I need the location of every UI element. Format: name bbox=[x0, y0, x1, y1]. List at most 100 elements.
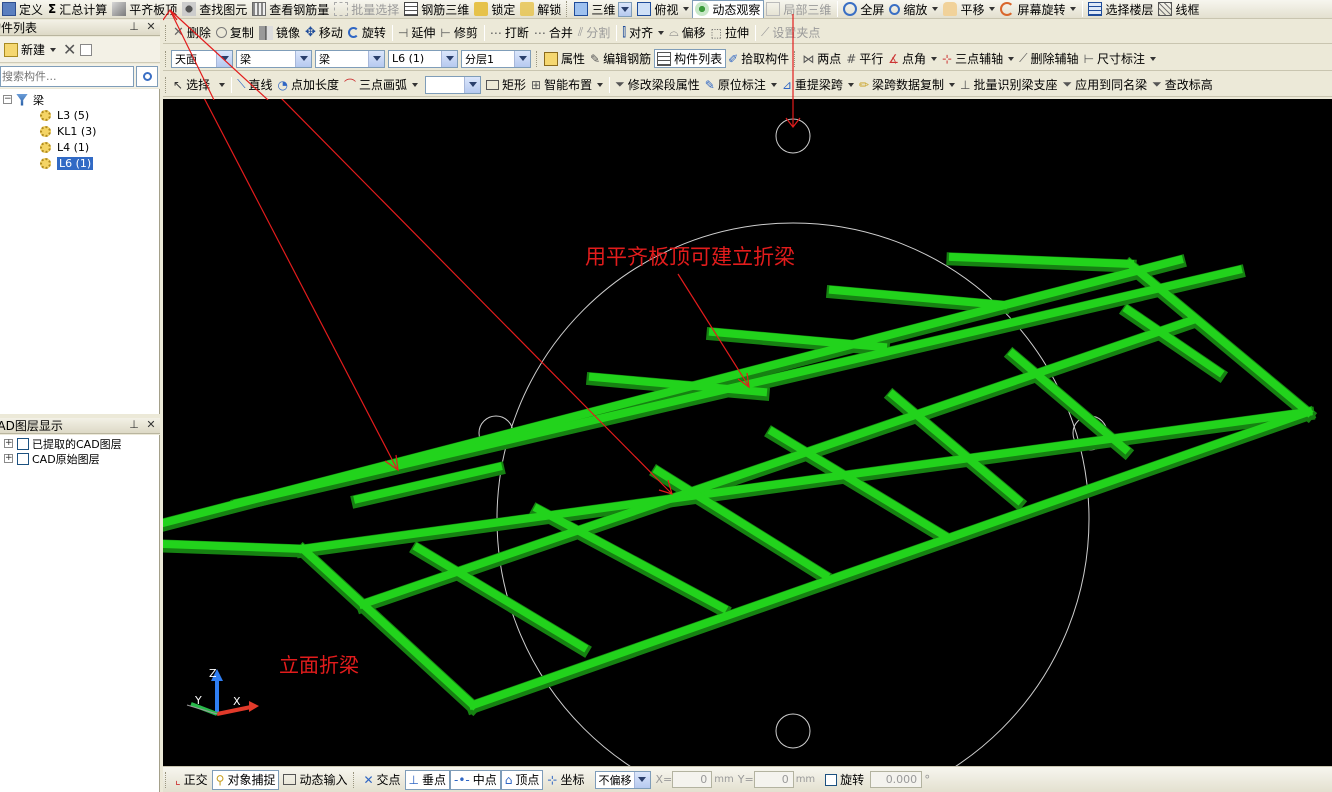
component-panel-title: 构件列表 ⊥ ✕ bbox=[0, 20, 160, 36]
rotate-input[interactable]: 0.000 bbox=[870, 771, 923, 788]
define-icon bbox=[2, 2, 16, 16]
layer-checkbox[interactable] bbox=[17, 437, 29, 450]
component-panel-toolbar: 新建 ✕ bbox=[0, 37, 160, 63]
dimension-dropdown[interactable]: ⊢ 尺寸标注 bbox=[1082, 49, 1159, 68]
chevron-down-icon bbox=[1008, 56, 1015, 61]
close-icon[interactable]: ✕ bbox=[145, 419, 157, 431]
dimension-icon: ⊢ bbox=[1083, 51, 1095, 66]
three-point-axis-icon: ⊹ bbox=[942, 51, 953, 66]
span-data-copy-dropdown[interactable]: ✏ 梁跨数据复制 bbox=[857, 75, 958, 94]
x-input[interactable]: 0 bbox=[672, 771, 713, 788]
chevron-down-icon bbox=[1150, 56, 1157, 61]
delete-component-icon[interactable]: ✕ bbox=[63, 40, 76, 59]
intersection-snap[interactable]: ✕ 交点 bbox=[359, 770, 404, 790]
annotation-arrows bbox=[203, 99, 801, 495]
intersection-icon: ✕ bbox=[363, 772, 374, 787]
tree-item[interactable]: L4 (1) bbox=[40, 140, 89, 155]
sum-calc-button[interactable]: Σ 汇总计算 bbox=[46, 0, 110, 18]
expand-icon[interactable]: + bbox=[4, 454, 13, 463]
gear-icon bbox=[40, 110, 51, 121]
tree-item[interactable]: L3 (5) bbox=[40, 108, 89, 123]
y-label: Y= bbox=[737, 773, 754, 786]
batch-identify-support-button[interactable]: ⊥ 批量识别梁支座 bbox=[958, 75, 1060, 94]
tree-item[interactable]: KL1 (3) bbox=[40, 124, 96, 139]
close-icon[interactable]: ✕ bbox=[145, 21, 157, 33]
x-label: X= bbox=[655, 773, 673, 786]
coordinate-icon: ⊹ bbox=[547, 772, 558, 787]
gear-icon bbox=[40, 158, 51, 169]
chevron-down-icon bbox=[931, 56, 938, 61]
vertex-snap[interactable]: ⌂ 顶点 bbox=[500, 769, 544, 790]
offset-mode-select[interactable]: 不偏移 bbox=[594, 770, 651, 789]
apply-same-name-button[interactable]: ⏷ 应用到同名梁 bbox=[1060, 75, 1150, 94]
three-point-axis-dropdown[interactable]: ⊹ 三点辅轴 bbox=[940, 49, 1017, 68]
chevron-down-icon bbox=[948, 82, 955, 87]
chevron-down-icon bbox=[633, 771, 650, 788]
select-floor-button[interactable]: 选择楼层 bbox=[1086, 0, 1156, 18]
define-button[interactable]: 定义 bbox=[0, 0, 46, 18]
screen-rotate-dropdown[interactable]: 屏幕旋转 bbox=[998, 0, 1079, 18]
dynamic-input-icon bbox=[283, 774, 297, 785]
wireframe-icon bbox=[1158, 2, 1173, 16]
perpendicular-snap[interactable]: ⊥ 垂点 bbox=[404, 769, 451, 790]
gear-icon bbox=[40, 142, 51, 153]
status-bar: ⌞ 正交 ⚲ 对象捕捉 动态输入 ✕ 交点 ⊥ 垂点 -•- 中点 ⌂ 顶点 ⊹ 坐标 不偏移… bbox=[163, 766, 1332, 792]
filter-icon bbox=[16, 93, 28, 106]
delete-axis-button[interactable]: ⟋ 删除辅轴 bbox=[1017, 49, 1081, 68]
search-icon bbox=[142, 71, 152, 81]
ortho-icon: ⌞ bbox=[175, 772, 181, 787]
rotate-icon bbox=[1000, 2, 1015, 16]
object-snap-toggle[interactable]: ⚲ 对象捕捉 bbox=[211, 769, 280, 790]
chevron-down-icon bbox=[50, 47, 57, 52]
zoom-dropdown[interactable]: 缩放 bbox=[887, 0, 941, 18]
pin-icon[interactable]: ⊥ bbox=[128, 419, 140, 431]
search-button[interactable] bbox=[136, 65, 158, 87]
annotation-fold-beam-note: 用平齐板顶可建立折梁 bbox=[585, 245, 795, 269]
separator bbox=[1082, 1, 1084, 17]
axis-label-z: Z bbox=[209, 667, 217, 680]
dynamic-input-toggle[interactable]: 动态输入 bbox=[279, 770, 351, 790]
new-button[interactable]: 新建 bbox=[2, 40, 59, 59]
tree-item-selected[interactable]: L6 (1) bbox=[40, 156, 94, 171]
component-tree: − 梁 L3 (5) KL1 (3) L4 (1) L6 (1) bbox=[0, 89, 160, 414]
rotate-checkbox[interactable] bbox=[825, 773, 838, 786]
perpendicular-icon: ⊥ bbox=[408, 772, 419, 787]
cad-layer-row[interactable]: + 已提取的CAD图层 bbox=[4, 436, 122, 451]
annotation-arrows-overlay bbox=[163, 8, 794, 100]
snap-icon: ⚲ bbox=[215, 772, 225, 787]
search-input[interactable] bbox=[0, 65, 134, 87]
ortho-toggle[interactable]: ⌞ 正交 bbox=[171, 770, 212, 790]
pin-icon[interactable]: ⊥ bbox=[128, 21, 140, 33]
pan-dropdown[interactable]: 平移 bbox=[941, 0, 998, 18]
component-search bbox=[0, 64, 160, 88]
check-elevation-button[interactable]: ⏷ 查改标高 bbox=[1150, 75, 1216, 94]
cad-layer-row[interactable]: + CAD原始图层 bbox=[4, 451, 100, 466]
point-angle-icon: ∡ bbox=[888, 51, 900, 66]
sigma-icon: Σ bbox=[48, 2, 57, 16]
chevron-down-icon bbox=[932, 7, 939, 11]
toolbar-grip bbox=[165, 771, 168, 788]
x-unit: mm bbox=[714, 774, 734, 785]
wireframe-button[interactable]: 线框 bbox=[1156, 0, 1202, 18]
align-board-top-icon bbox=[112, 2, 127, 16]
axis-gizmo bbox=[186, 669, 259, 716]
apply-icon: ⏷ bbox=[1062, 77, 1073, 91]
layer-checkbox[interactable] bbox=[17, 452, 29, 465]
point-angle-dropdown[interactable]: ∡ 点角 bbox=[886, 49, 940, 68]
gear-icon bbox=[40, 126, 51, 137]
coordinate-snap[interactable]: ⊹ 坐标 bbox=[543, 770, 588, 790]
copy-component-icon[interactable] bbox=[80, 43, 93, 56]
cad-layer-tree: + 已提取的CAD图层 + CAD原始图层 bbox=[0, 435, 160, 792]
midpoint-snap[interactable]: -•- 中点 bbox=[450, 769, 501, 790]
cad-panel-title: CAD图层显示 ⊥ ✕ bbox=[0, 418, 160, 434]
expand-icon[interactable]: + bbox=[4, 439, 13, 448]
3d-viewport[interactable]: Z Y X 用平齐板顶可建立折梁 立面折梁 bbox=[163, 99, 1332, 766]
axis-label-y: Y bbox=[195, 694, 202, 707]
midpoint-icon: -•- bbox=[454, 772, 470, 787]
collapse-icon[interactable]: − bbox=[3, 95, 12, 104]
vertex-icon: ⌂ bbox=[504, 772, 513, 787]
tree-root-beam[interactable]: − 梁 bbox=[3, 92, 44, 107]
rotate-label: 旋转 bbox=[840, 773, 865, 787]
floor-stack-icon bbox=[1088, 2, 1103, 16]
y-input[interactable]: 0 bbox=[753, 771, 794, 788]
